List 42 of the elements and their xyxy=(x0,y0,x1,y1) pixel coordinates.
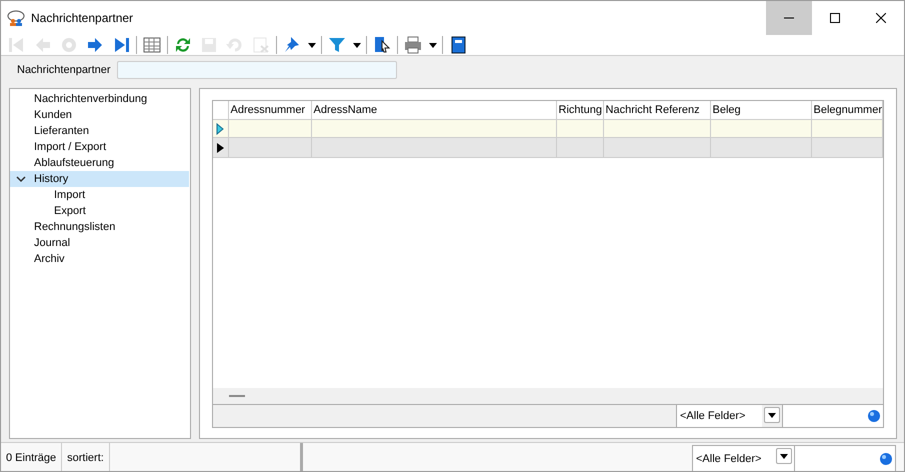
tree-item[interactable]: Nachrichtenverbindung xyxy=(10,91,189,107)
field-combo[interactable]: <Alle Felder> xyxy=(676,405,762,427)
record-count: 0 Einträge xyxy=(1,443,62,471)
tree-item[interactable]: Import / Export xyxy=(10,139,189,155)
tree-item[interactable]: Ablaufsteuerung xyxy=(10,155,189,171)
save-icon xyxy=(199,35,219,55)
caret-icon[interactable] xyxy=(353,42,361,48)
tree-item[interactable]: Import xyxy=(10,187,189,203)
pin-icon xyxy=(282,35,302,55)
table-cell[interactable] xyxy=(604,138,711,158)
chevron-icon[interactable] xyxy=(16,175,26,183)
goto-icon xyxy=(59,35,79,55)
tree-item[interactable]: Export xyxy=(10,203,189,219)
table-cell[interactable] xyxy=(228,138,312,158)
caret-icon[interactable] xyxy=(429,42,437,48)
sort-status: sortiert: xyxy=(62,443,110,471)
next-icon xyxy=(85,35,105,55)
people-icon xyxy=(7,10,25,26)
table-cell[interactable] xyxy=(812,138,883,158)
dropdown-button[interactable] xyxy=(764,407,780,423)
tree-item[interactable]: History xyxy=(10,171,189,187)
search-field[interactable] xyxy=(782,405,865,427)
tree-item[interactable]: Archiv xyxy=(10,251,189,267)
tree-item[interactable]: Lieferanten xyxy=(10,123,189,139)
table-cell[interactable] xyxy=(312,138,557,158)
caret-icon xyxy=(768,412,776,418)
tree-item[interactable]: Rechnungslisten xyxy=(10,219,189,235)
caret-icon[interactable] xyxy=(308,42,316,48)
tree-item[interactable]: Journal xyxy=(10,235,189,251)
delete-icon xyxy=(251,35,271,55)
table-cell[interactable] xyxy=(556,138,604,158)
globe-icon[interactable] xyxy=(865,405,883,427)
filter-label: Nachrichtenpartner xyxy=(17,64,111,76)
tree-item[interactable]: Kunden xyxy=(10,107,189,123)
maximize-icon xyxy=(830,13,840,23)
filter-field[interactable] xyxy=(116,61,397,79)
scroll-handle-icon[interactable] xyxy=(228,395,245,397)
current-row-icon xyxy=(216,122,224,134)
window-title: Nachrichtenpartner xyxy=(31,11,134,25)
row-pointer-icon xyxy=(216,142,224,152)
table-cell[interactable] xyxy=(710,138,812,158)
close-icon xyxy=(876,13,886,23)
